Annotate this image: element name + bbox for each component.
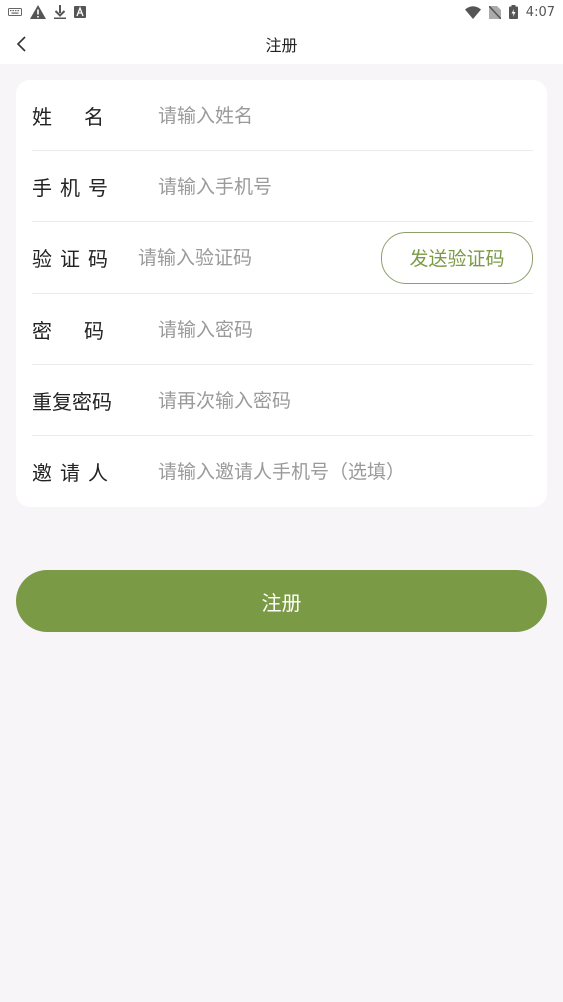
battery-icon bbox=[508, 5, 518, 19]
code-input[interactable] bbox=[138, 237, 381, 278]
status-bar: 4:07 bbox=[0, 0, 563, 24]
wifi-icon bbox=[464, 5, 481, 19]
page-title: 注册 bbox=[265, 36, 298, 55]
phone-row: 手机号 bbox=[32, 151, 533, 222]
confirm-password-row: 重复密码 bbox=[32, 365, 533, 436]
inviter-label: 邀请人 bbox=[32, 461, 116, 485]
code-label: 验证码 bbox=[32, 247, 116, 271]
confirm-password-input[interactable] bbox=[158, 380, 533, 421]
phone-label: 手机号 bbox=[32, 176, 116, 200]
warning-icon bbox=[30, 5, 46, 19]
phone-input[interactable] bbox=[158, 166, 533, 207]
password-input[interactable] bbox=[158, 309, 533, 350]
download-icon bbox=[54, 5, 66, 19]
register-button[interactable]: 注册 bbox=[16, 570, 547, 632]
code-row: 验证码 发送验证码 bbox=[32, 222, 533, 293]
no-sim-icon bbox=[488, 5, 501, 19]
status-time: 4:07 bbox=[525, 4, 555, 20]
send-code-button[interactable]: 发送验证码 bbox=[381, 231, 533, 284]
status-bar-right: 4:07 bbox=[464, 4, 555, 20]
chevron-left-icon bbox=[16, 36, 26, 52]
keyboard-icon bbox=[8, 7, 22, 17]
back-button[interactable] bbox=[8, 30, 36, 58]
inviter-input[interactable] bbox=[158, 451, 533, 492]
app-bar: 注册 bbox=[0, 24, 563, 64]
name-label: 姓名 bbox=[32, 105, 136, 129]
confirm-password-label: 重复密码 bbox=[32, 390, 112, 414]
register-form-card: 姓名 手机号 验证码 发送验证码 密码 重复密码 邀请人 bbox=[16, 80, 547, 507]
status-bar-left bbox=[8, 5, 86, 19]
name-row: 姓名 bbox=[32, 80, 533, 151]
password-label: 密码 bbox=[32, 319, 136, 343]
inviter-row: 邀请人 bbox=[32, 436, 533, 507]
font-icon bbox=[74, 6, 86, 18]
password-row: 密码 bbox=[32, 294, 533, 365]
name-input[interactable] bbox=[158, 95, 533, 136]
